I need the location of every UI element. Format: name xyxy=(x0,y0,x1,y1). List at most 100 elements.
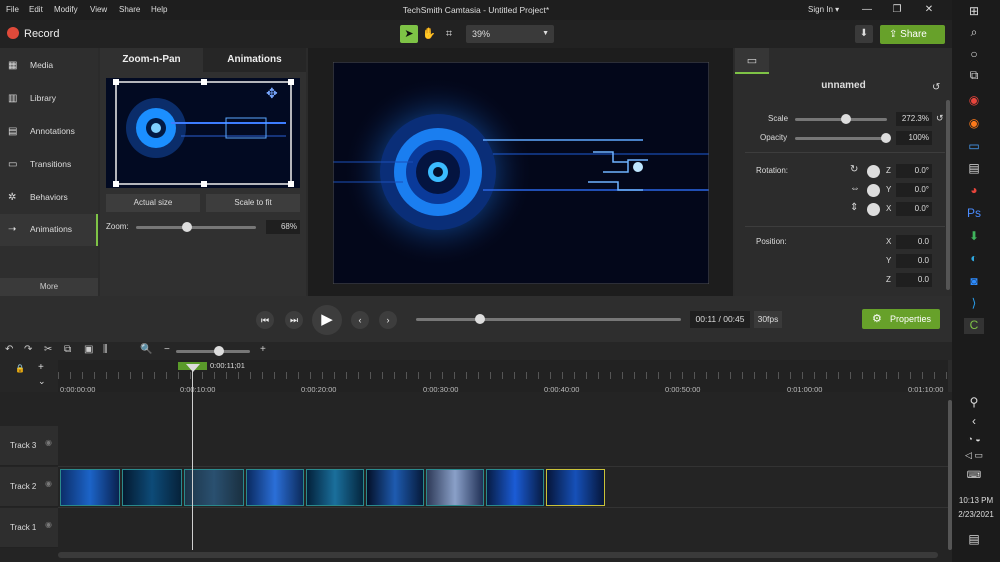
task-view-icon[interactable]: ⧉ xyxy=(964,68,984,84)
split-icon[interactable]: ⫼ xyxy=(103,344,108,355)
zoom-app-icon[interactable]: ◙ xyxy=(964,274,984,290)
download-icon[interactable]: ⬇ xyxy=(855,25,873,43)
media-clip[interactable] xyxy=(122,469,182,506)
timeline-zoom-slider[interactable] xyxy=(176,350,250,353)
sidebar-item-annotations[interactable]: ▤ Annotations xyxy=(0,116,98,148)
copy-icon[interactable]: ⧉ xyxy=(64,344,71,355)
wifi-icon[interactable]: ◔ ◒ xyxy=(964,434,984,450)
eye-icon[interactable]: ◉ xyxy=(45,479,52,488)
media-clip[interactable] xyxy=(366,469,424,506)
position-y-input[interactable]: 0.0 xyxy=(896,254,932,268)
photoshop-icon[interactable]: Ps xyxy=(964,206,984,222)
sidebar-item-animations[interactable]: ➝ Animations xyxy=(0,214,98,246)
scale-to-fit-button[interactable]: Scale to fit xyxy=(206,194,300,212)
search-icon[interactable]: ⌕ xyxy=(964,25,984,41)
vscode-icon[interactable]: ⟩ xyxy=(964,296,984,312)
media-clip[interactable] xyxy=(486,469,544,506)
rotation-x-input[interactable]: 0.0° xyxy=(896,202,932,216)
download-app-icon[interactable]: ⬇ xyxy=(964,229,984,245)
firefox-icon[interactable]: ◉ xyxy=(964,116,984,132)
scale-value[interactable]: 272.3% xyxy=(896,112,932,126)
play-icon[interactable]: ▶ xyxy=(312,305,342,335)
sidebar-item-library[interactable]: ▥ Library xyxy=(0,83,98,115)
collapse-tracks-icon[interactable]: ⌄ xyxy=(38,376,46,387)
tab-animations[interactable]: Animations xyxy=(203,48,306,72)
zoom-slider[interactable] xyxy=(136,226,256,229)
cortana-icon[interactable]: ○ xyxy=(964,47,984,63)
rotation-z-dial[interactable] xyxy=(867,165,880,178)
tab-zoom-n-pan[interactable]: Zoom-n-Pan xyxy=(100,48,203,72)
track-header-2[interactable]: Track 2 ◉ xyxy=(0,467,58,507)
rotation-x-dial[interactable] xyxy=(867,203,880,216)
paste-icon[interactable]: ▣ xyxy=(84,344,93,355)
chevron-left-icon[interactable]: ‹ xyxy=(964,414,984,430)
sign-in-button[interactable]: Sign In ▾ xyxy=(808,5,839,14)
zoom-preview[interactable]: ✥ xyxy=(106,78,300,188)
media-clip[interactable] xyxy=(60,469,120,506)
notifications-icon[interactable]: ▤ xyxy=(964,532,984,548)
search-icon[interactable]: 🔍 xyxy=(140,344,152,355)
windows-start-icon[interactable]: ⊞ xyxy=(964,4,984,20)
zoom-value[interactable]: 68% xyxy=(266,220,300,234)
restore-icon[interactable]: ❐ xyxy=(890,3,904,17)
opacity-value[interactable]: 100% xyxy=(896,131,932,145)
previous-icon[interactable]: ‹ xyxy=(351,311,369,329)
opacity-slider-knob[interactable] xyxy=(881,133,891,143)
more-button[interactable]: More xyxy=(0,278,98,296)
visual-properties-tab-icon[interactable]: ▭ xyxy=(735,48,769,74)
media-clip[interactable] xyxy=(306,469,364,506)
playhead-handle[interactable] xyxy=(186,364,200,372)
pan-tool-icon[interactable]: ✋ xyxy=(420,25,438,43)
scale-slider-knob[interactable] xyxy=(841,114,851,124)
media-clip[interactable] xyxy=(246,469,304,506)
timeline-zoom-knob[interactable] xyxy=(214,346,224,356)
zoom-in-icon[interactable]: + xyxy=(260,344,266,355)
zoom-slider-knob[interactable] xyxy=(181,222,192,232)
select-tool-icon[interactable]: ➤ xyxy=(400,25,418,43)
crop-tool-icon[interactable]: ⌗ xyxy=(440,25,458,43)
sidebar-item-behaviors[interactable]: ✲ Behaviors xyxy=(0,182,98,214)
timeline-horizontal-scrollbar[interactable] xyxy=(58,552,938,558)
video-canvas[interactable] xyxy=(333,62,709,284)
people-icon[interactable]: ⚲ xyxy=(964,395,984,411)
clock-time[interactable]: 10:13 PM xyxy=(952,496,1000,505)
files-icon[interactable]: ▤ xyxy=(964,161,984,177)
volume-icon[interactable]: ◁ ▭ xyxy=(964,450,984,466)
properties-scrollbar[interactable] xyxy=(946,100,950,290)
clock-date[interactable]: 2/23/2021 xyxy=(952,510,1000,519)
position-z-input[interactable]: 0.0 xyxy=(896,273,932,287)
cut-icon[interactable]: ✂ xyxy=(44,344,52,355)
close-icon[interactable]: ✕ xyxy=(922,3,936,17)
eye-icon[interactable]: ◉ xyxy=(45,438,52,447)
record-button[interactable]: Record xyxy=(24,28,59,40)
step-forward-icon[interactable]: ⏭ xyxy=(285,311,303,329)
keyboard-icon[interactable]: ⌨ xyxy=(964,470,984,486)
redo-icon[interactable]: ↷ xyxy=(24,344,32,355)
position-x-input[interactable]: 0.0 xyxy=(896,235,932,249)
record-icon[interactable] xyxy=(7,27,19,39)
zoom-out-icon[interactable]: − xyxy=(164,344,170,355)
scrub-knob[interactable] xyxy=(474,314,485,324)
media-clip[interactable] xyxy=(426,469,484,506)
opacity-slider[interactable] xyxy=(795,137,887,140)
rotation-z-input[interactable]: 0.0° xyxy=(896,164,932,178)
sidebar-item-media[interactable]: ▦ Media xyxy=(0,50,98,82)
next-icon[interactable]: › xyxy=(379,311,397,329)
undo-icon[interactable]: ↶ xyxy=(5,344,13,355)
track-header-3[interactable]: Track 3 ◉ xyxy=(0,426,58,466)
scrub-bar[interactable] xyxy=(416,318,681,321)
properties-button[interactable]: ⚙ Properties xyxy=(862,309,940,329)
track-lock-icon[interactable]: 🔒 xyxy=(15,364,25,373)
zoom-select[interactable]: 39% ▼ xyxy=(466,25,554,43)
app-icon[interactable]: ◕ xyxy=(964,183,984,199)
track-header-1[interactable]: Track 1 ◉ xyxy=(0,508,58,548)
media-clip-selected[interactable] xyxy=(546,469,605,506)
eye-icon[interactable]: ◉ xyxy=(45,520,52,529)
step-back-icon[interactable]: ⏮ xyxy=(256,311,274,329)
camtasia-taskbar-icon[interactable]: C xyxy=(964,318,984,334)
fps-label[interactable]: 30fps xyxy=(754,311,782,328)
chrome-icon[interactable]: ◉ xyxy=(964,93,984,109)
media-clip[interactable] xyxy=(184,469,244,506)
actual-size-button[interactable]: Actual size xyxy=(106,194,200,212)
playhead-line[interactable] xyxy=(192,366,193,550)
